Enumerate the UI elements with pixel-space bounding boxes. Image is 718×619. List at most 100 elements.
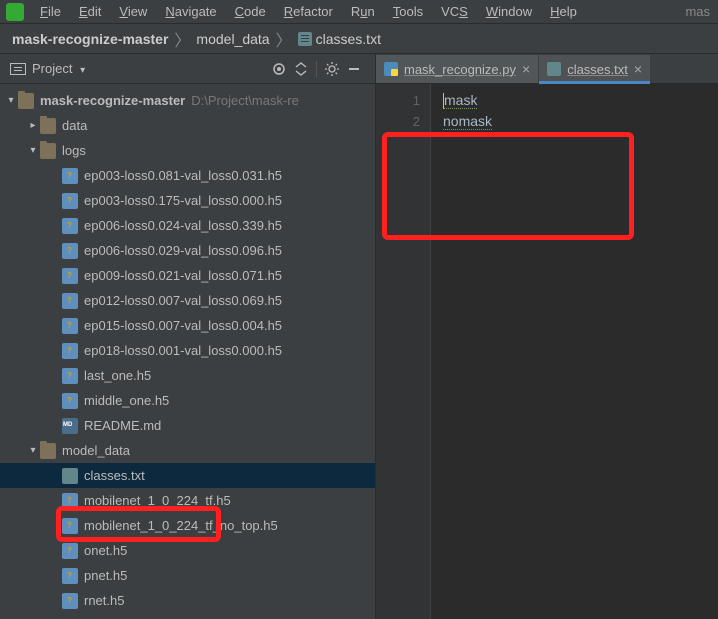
binary-file-icon — [62, 343, 78, 359]
menu-code[interactable]: Code — [227, 2, 274, 21]
project-view-icon — [10, 63, 26, 75]
binary-file-icon — [62, 193, 78, 209]
binary-file-icon — [62, 518, 78, 534]
binary-file-icon — [62, 268, 78, 284]
tree-folder[interactable]: ▸data — [0, 113, 375, 138]
tree-file[interactable]: ep006-loss0.024-val_loss0.339.h5 — [0, 213, 375, 238]
project-view-selector[interactable]: Project ▾ — [32, 61, 268, 76]
tree-file[interactable]: ep003-loss0.081-val_loss0.031.h5 — [0, 163, 375, 188]
tree-file[interactable]: ep003-loss0.175-val_loss0.000.h5 — [0, 188, 375, 213]
tree-file[interactable]: ep012-loss0.007-val_loss0.069.h5 — [0, 288, 375, 313]
editor-tabs: mask_recognize.py×classes.txt× — [376, 54, 718, 84]
tree-node-label: mobilenet_1_0_224_tf.h5 — [84, 493, 231, 508]
project-tree[interactable]: ▾mask-recognize-masterD:\Project\mask-re… — [0, 84, 375, 619]
code-line[interactable]: mask — [443, 90, 718, 111]
markdown-file-icon — [62, 418, 78, 434]
tree-node-label: logs — [62, 143, 86, 158]
tree-node-label: mobilenet_1_0_224_tf_no_top.h5 — [84, 518, 278, 533]
close-tab-button[interactable]: × — [634, 61, 642, 77]
tree-node-label: ep006-loss0.029-val_loss0.096.h5 — [84, 243, 282, 258]
tree-file[interactable]: onet.h5 — [0, 538, 375, 563]
menu-tools[interactable]: Tools — [385, 2, 431, 21]
menu-view[interactable]: View — [111, 2, 155, 21]
tree-node-label: ep015-loss0.007-val_loss0.004.h5 — [84, 318, 282, 333]
code-line[interactable]: nomask — [443, 111, 718, 132]
tree-node-label: middle_one.h5 — [84, 393, 169, 408]
toolbar-separator — [316, 61, 317, 77]
tree-node-label: ep009-loss0.021-val_loss0.071.h5 — [84, 268, 282, 283]
breadcrumb-root[interactable]: mask-recognize-master — [12, 31, 168, 47]
menu-file[interactable]: File — [32, 2, 69, 21]
menu-navigate[interactable]: Navigate — [157, 2, 224, 21]
tree-node-label: pnet.h5 — [84, 568, 127, 583]
tree-file[interactable]: middle_one.h5 — [0, 388, 375, 413]
expand-all-button[interactable] — [290, 58, 312, 80]
tree-node-label: rnet.h5 — [84, 593, 124, 608]
menu-window[interactable]: Window — [478, 2, 540, 21]
menu-vcs[interactable]: VCS — [433, 2, 476, 21]
close-tab-button[interactable]: × — [522, 61, 530, 77]
binary-file-icon — [62, 593, 78, 609]
menu-edit[interactable]: Edit — [71, 2, 109, 21]
tree-file[interactable]: last_one.h5 — [0, 363, 375, 388]
python-file-icon — [384, 62, 398, 76]
code-area[interactable]: masknomask — [431, 84, 718, 619]
binary-file-icon — [62, 168, 78, 184]
binary-file-icon — [62, 218, 78, 234]
tree-file[interactable]: pnet.h5 — [0, 563, 375, 588]
tree-node-label: README.md — [84, 418, 161, 433]
menu-refactor[interactable]: Refactor — [276, 2, 341, 21]
folder-icon — [40, 143, 56, 159]
editor-tab[interactable]: classes.txt× — [539, 55, 650, 83]
binary-file-icon — [62, 293, 78, 309]
binary-file-icon — [62, 318, 78, 334]
breadcrumb-mid[interactable]: model_data — [196, 31, 269, 47]
breadcrumb-leaf[interactable]: classes.txt — [298, 31, 381, 47]
tree-file[interactable]: mobilenet_1_0_224_tf_no_top.h5 — [0, 513, 375, 538]
binary-file-icon — [62, 243, 78, 259]
project-tool-header: Project ▾ — [0, 54, 375, 84]
tree-file[interactable]: ep009-loss0.021-val_loss0.071.h5 — [0, 263, 375, 288]
editor-tab[interactable]: mask_recognize.py× — [376, 55, 538, 83]
menu-run[interactable]: Run — [343, 2, 383, 21]
editor[interactable]: 12 masknomask — [376, 84, 718, 619]
editor-area: mask_recognize.py×classes.txt× 12 maskno… — [376, 54, 718, 619]
main-menubar: File Edit View Navigate Code Refactor Ru… — [0, 0, 718, 24]
settings-button[interactable] — [321, 58, 343, 80]
tree-folder[interactable]: ▾ logs — [0, 138, 375, 163]
tree-file[interactable]: classes.txt — [0, 463, 375, 488]
tree-file[interactable]: rnet.h5 — [0, 588, 375, 613]
tree-file[interactable]: ep015-loss0.007-val_loss0.004.h5 — [0, 313, 375, 338]
chevron-right-icon: 〉 — [276, 27, 292, 51]
tree-node-label: ep006-loss0.024-val_loss0.339.h5 — [84, 218, 282, 233]
folder-icon — [18, 93, 34, 109]
expand-arrow-icon: ▸ — [26, 120, 40, 131]
tree-file[interactable]: ep006-loss0.029-val_loss0.096.h5 — [0, 238, 375, 263]
line-number: 1 — [376, 90, 420, 111]
chevron-down-icon: ▾ — [80, 65, 85, 76]
tree-node-label: last_one.h5 — [84, 368, 151, 383]
text-file-icon — [62, 468, 78, 484]
line-number: 2 — [376, 111, 420, 132]
menu-help[interactable]: Help — [542, 2, 585, 21]
tree-root[interactable]: ▾mask-recognize-masterD:\Project\mask-re — [0, 88, 375, 113]
hide-button[interactable] — [343, 58, 365, 80]
breadcrumb-leaf-label: classes.txt — [316, 31, 381, 47]
expand-arrow-icon: ▾ — [26, 145, 40, 156]
tree-node-label: mask-recognize-master — [40, 93, 185, 108]
folder-icon — [40, 443, 56, 459]
tree-file[interactable]: README.md — [0, 413, 375, 438]
tree-file[interactable]: mobilenet_1_0_224_tf.h5 — [0, 488, 375, 513]
tree-node-label: ep003-loss0.081-val_loss0.031.h5 — [84, 168, 282, 183]
tree-folder[interactable]: ▾model_data — [0, 438, 375, 463]
gear-icon — [324, 61, 340, 77]
binary-file-icon — [62, 493, 78, 509]
chevron-right-icon: 〉 — [174, 27, 190, 51]
target-icon — [271, 61, 287, 77]
project-tool-window: Project ▾ ▾mask-recognize-masterD:\Proje… — [0, 54, 376, 619]
tree-file[interactable]: ep018-loss0.001-val_loss0.000.h5 — [0, 338, 375, 363]
locate-file-button[interactable] — [268, 58, 290, 80]
text-file-icon — [547, 62, 561, 76]
binary-file-icon — [62, 543, 78, 559]
binary-file-icon — [62, 368, 78, 384]
